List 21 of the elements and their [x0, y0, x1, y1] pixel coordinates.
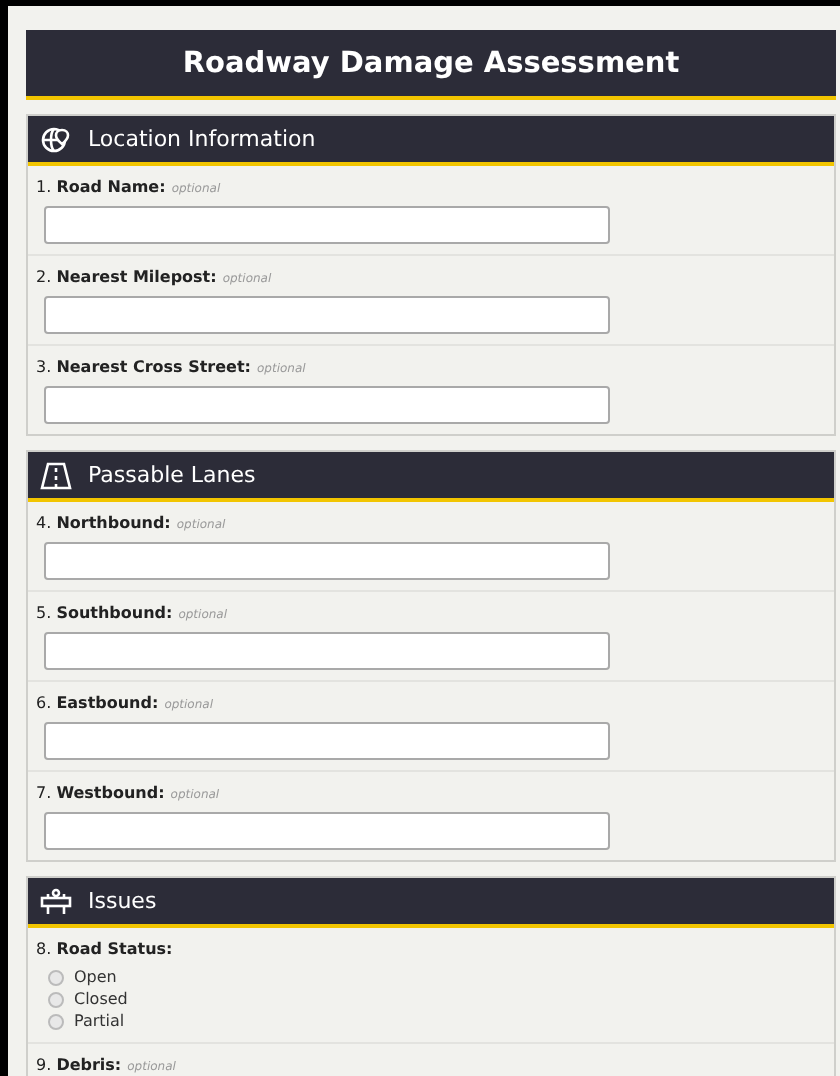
section-title: Location Information — [88, 126, 316, 152]
option-label: Open — [74, 968, 117, 986]
radio-button[interactable] — [48, 1013, 64, 1029]
option-label: Partial — [74, 1012, 125, 1030]
radio-button[interactable] — [48, 991, 64, 1007]
globe-pin-icon — [40, 125, 72, 153]
section-title: Passable Lanes — [88, 462, 256, 488]
text-field[interactable] — [44, 722, 610, 760]
field-label: 8. Road Status: — [36, 938, 175, 960]
section-title: Issues — [88, 888, 157, 914]
text-field[interactable] — [44, 812, 610, 850]
text-field[interactable] — [44, 632, 610, 670]
radio-button[interactable] — [48, 969, 64, 985]
text-field[interactable] — [44, 542, 610, 580]
option-label: Closed — [74, 990, 128, 1008]
form-title: Roadway Damage Assessment — [182, 47, 680, 79]
text-field[interactable] — [44, 206, 610, 244]
text-field[interactable] — [44, 296, 610, 334]
text-field[interactable] — [44, 386, 610, 424]
road-icon — [40, 461, 72, 489]
barrier-icon — [40, 887, 72, 915]
